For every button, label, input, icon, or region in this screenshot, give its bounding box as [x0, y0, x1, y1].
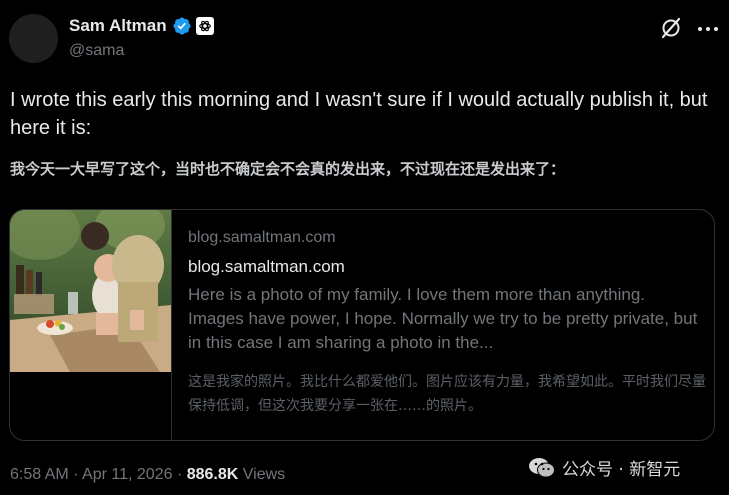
tweet-date[interactable]: Apr 11, 2026	[82, 466, 172, 483]
meta-separator: ·	[73, 466, 79, 483]
meta-separator: ·	[176, 466, 183, 483]
author-handle[interactable]: @sama	[69, 42, 214, 60]
grok-icon[interactable]	[659, 16, 683, 40]
card-photo-blank	[10, 372, 171, 440]
family-photo[interactable]	[10, 210, 171, 372]
card-description: Here is a photo of my family. I love the…	[188, 285, 698, 352]
more-options-icon[interactable]	[696, 22, 720, 34]
watermark: 公众号 · 新智元	[528, 455, 680, 480]
author-name-row: Sam Altman	[69, 15, 214, 37]
avatar[interactable]	[9, 14, 58, 63]
card-title[interactable]: blog.samaltman.com	[188, 257, 345, 277]
link-preview-card[interactable]: blog.samaltman.com blog.samaltman.com He…	[9, 209, 715, 441]
verified-badge-icon[interactable]	[172, 16, 192, 36]
views-label: Views	[242, 466, 286, 483]
wechat-icon	[528, 457, 556, 479]
tweet-meta: 6:58 AM · Apr 11, 2026 · 886.8K Views	[10, 466, 285, 484]
tweet-text-translation: 我今天一大早写了这个，当时也不确定会不会真的发出来，不过现在还是发出来了：	[10, 160, 566, 178]
views-count[interactable]: 886.8K	[187, 466, 239, 483]
tweet-time[interactable]: 6:58 AM	[10, 466, 69, 483]
author-block: Sam Altman @sama	[69, 15, 214, 60]
openai-logo-icon[interactable]	[195, 17, 214, 35]
watermark-text: 公众号 · 新智元	[562, 460, 681, 480]
tweet-text: I wrote this early this morning and I wa…	[10, 89, 708, 139]
card-divider	[171, 210, 172, 440]
author-name[interactable]: Sam Altman	[69, 16, 167, 36]
card-description-translation: 这是我家的照片。我比什么都爱他们。图片应该有力量，我希望如此。平时我们尽量保持低…	[188, 374, 706, 414]
card-domain[interactable]: blog.samaltman.com	[188, 229, 336, 247]
